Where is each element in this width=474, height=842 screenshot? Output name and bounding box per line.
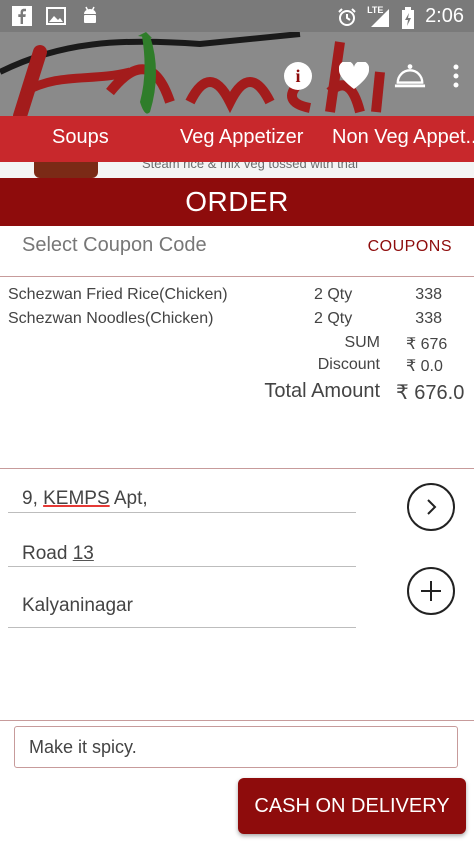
alarm-icon	[337, 7, 357, 27]
more-vert-icon[interactable]	[450, 60, 462, 92]
address-line-3-underline	[8, 627, 356, 628]
status-bar: LTE 2:06	[0, 0, 474, 32]
item-price: 338	[415, 286, 442, 303]
plus-icon	[421, 581, 441, 601]
tab-non-veg-appetizer[interactable]: Non Veg Appet...	[332, 126, 474, 149]
clock: 2:06	[425, 5, 464, 27]
battery-icon	[401, 6, 415, 29]
category-tabs: Soups Veg Appetizer Non Veg Appet...	[0, 116, 474, 162]
chevron-right-icon	[427, 499, 437, 515]
info-icon[interactable]: i	[282, 60, 314, 92]
total-label: Total Amount	[264, 380, 380, 402]
order-note-input[interactable]: Make it spicy.	[14, 726, 458, 768]
android-icon	[80, 6, 100, 26]
address-line-1-field[interactable]: 9, KEMPS Apt,	[22, 488, 148, 510]
menu-list-peek: Steam rice & mix veg tossed with thai	[0, 162, 474, 178]
order-title: ORDER	[185, 186, 289, 217]
divider	[0, 720, 474, 721]
address-line-3-field[interactable]: Kalyaninagar	[22, 595, 133, 617]
order-title-bar: ORDER	[0, 178, 474, 226]
brand-header: i	[0, 32, 474, 116]
order-item: Schezwan Noodles(Chicken) 2 Qty 338	[0, 310, 474, 332]
cash-on-delivery-button[interactable]: CASH ON DELIVERY	[238, 778, 466, 834]
svg-text:i: i	[295, 66, 300, 86]
heart-icon[interactable]	[338, 60, 370, 92]
network-type: LTE	[367, 4, 384, 15]
dish-description: Steam rice & mix veg tossed with thai	[142, 162, 359, 171]
address-line-2-prefix: Road	[22, 543, 73, 564]
image-icon	[46, 6, 66, 26]
address-line-2-field[interactable]: Road 13	[22, 543, 94, 565]
divider	[0, 468, 474, 469]
tab-veg-appetizer[interactable]: Veg Appetizer	[180, 126, 303, 149]
coupon-code-field[interactable]: Select Coupon Code	[22, 234, 207, 257]
address-line-2-number: 13	[72, 543, 94, 564]
address-line-1-underline	[8, 512, 356, 513]
address-line-1-word: KEMPS	[43, 488, 110, 509]
sum-label: SUM	[344, 334, 380, 351]
discount-label: Discount	[317, 356, 380, 373]
facebook-icon	[12, 6, 32, 26]
item-qty: 2 Qty	[314, 286, 353, 303]
tab-soups[interactable]: Soups	[52, 126, 109, 149]
address-line-2-underline	[8, 566, 356, 567]
item-qty: 2 Qty	[314, 310, 353, 327]
service-bell-icon[interactable]	[394, 60, 426, 92]
address-line-1-suffix: Apt,	[109, 488, 148, 509]
order-item: Schezwan Fried Rice(Chicken) 2 Qty 338	[0, 286, 474, 308]
sum-value: ₹ 676	[406, 336, 448, 353]
next-address-button[interactable]	[407, 483, 455, 531]
add-address-button[interactable]	[407, 567, 455, 615]
item-price: 338	[415, 310, 442, 327]
item-name: Schezwan Fried Rice(Chicken)	[8, 286, 228, 303]
total-value: ₹ 676.0	[396, 382, 465, 404]
discount-value: ₹ 0.0	[406, 358, 443, 375]
dish-thumbnail	[34, 162, 98, 178]
coupons-button[interactable]: COUPONS	[368, 238, 452, 256]
item-name: Schezwan Noodles(Chicken)	[8, 310, 214, 327]
signal-icon: LTE	[367, 4, 391, 27]
coupon-row: Select Coupon Code COUPONS	[0, 226, 474, 277]
address-line-1-prefix: 9,	[22, 488, 44, 509]
